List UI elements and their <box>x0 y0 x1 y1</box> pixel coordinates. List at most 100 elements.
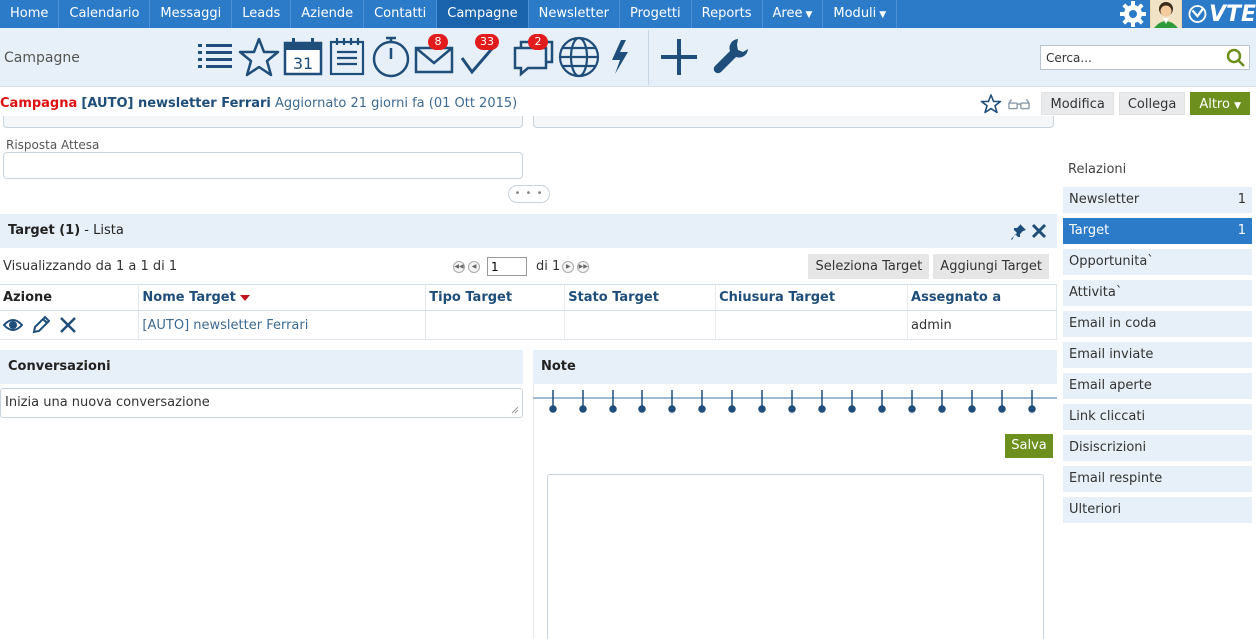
delete-x-icon[interactable] <box>59 315 81 335</box>
cell-tipo-target <box>425 310 566 340</box>
column-header-chiusura-target[interactable]: Chiusura Target <box>715 284 909 311</box>
note-textarea[interactable] <box>547 474 1044 639</box>
close-icon[interactable] <box>1031 222 1047 240</box>
search-input[interactable] <box>1041 46 1221 69</box>
related-item-label: Ulteriori <box>1069 502 1122 517</box>
column-header-assegnato-a[interactable]: Assegnato a <box>907 284 1057 311</box>
nav-item-contatti[interactable]: Contatti <box>364 0 438 28</box>
nav-item-label: Calendario <box>69 6 140 21</box>
new-conversation-input[interactable]: Inizia una nuova conversazione <box>0 388 523 418</box>
risposta-attesa-field[interactable] <box>3 152 523 179</box>
related-list: Newsletter 1 Target 1 Opportunita` Attivit… <box>1063 187 1252 528</box>
nav-item-home[interactable]: Home <box>0 0 60 28</box>
calendar-icon[interactable]: 31 <box>283 36 325 78</box>
column-header-tipo-target[interactable]: Tipo Target <box>425 284 566 311</box>
calendar-day-number: 31 <box>293 54 313 73</box>
favorite-star-icon[interactable] <box>980 93 1002 115</box>
first-page-icon[interactable]: ◀◀ <box>453 260 465 273</box>
nav-item-label: Home <box>10 6 49 21</box>
table-row: [AUTO] newsletter Ferrari admin <box>0 310 1057 340</box>
top-navigation-bar: Home Calendario Messaggi Leads Aziende C… <box>0 0 1256 28</box>
nav-item-label: Newsletter <box>538 6 609 21</box>
globe-icon[interactable] <box>558 36 600 78</box>
related-item-ulteriori[interactable]: Ulteriori <box>1063 497 1252 523</box>
aggiungi-target-button[interactable]: Aggiungi Target <box>933 254 1049 279</box>
collapsed-field-right <box>533 116 1054 128</box>
target-block-title-suffix: - Lista <box>80 223 124 238</box>
related-item-link-cliccati[interactable]: Link cliccati <box>1063 404 1252 430</box>
page-number-input[interactable] <box>487 257 527 276</box>
related-item-label: Email respinte <box>1069 471 1163 486</box>
search-icon[interactable] <box>1225 48 1247 68</box>
nav-item-campagne[interactable]: Campagne <box>437 0 529 28</box>
chevron-down-icon: ▼ <box>879 10 887 20</box>
add-plus-icon[interactable] <box>659 36 701 78</box>
nav-item-aziende[interactable]: Aziende <box>291 0 365 28</box>
module-toolbar: Campagne 31 8 33 2 Cerca... <box>0 28 1256 87</box>
list-icon[interactable] <box>196 36 238 78</box>
target-block-title-count: Target (1) <box>8 223 81 238</box>
record-module-label: Campagna <box>0 96 78 111</box>
target-record-link[interactable]: [AUTO] newsletter Ferrari <box>142 318 308 333</box>
collapsed-field-left <box>3 116 523 128</box>
collega-button[interactable]: Collega <box>1118 92 1186 115</box>
favorites-star-icon[interactable] <box>238 36 280 78</box>
resize-grip-icon[interactable] <box>511 406 519 414</box>
lightning-icon[interactable] <box>604 36 646 78</box>
todo-count-badge: 33 <box>475 34 499 50</box>
view-eye-icon[interactable] <box>3 315 25 335</box>
prev-page-icon[interactable]: ◀ <box>468 260 480 273</box>
cell-nome-target: [AUTO] newsletter Ferrari <box>138 310 427 340</box>
related-item-newsletter[interactable]: Newsletter 1 <box>1063 187 1252 213</box>
seleziona-target-button[interactable]: Seleziona Target <box>808 254 930 279</box>
relazioni-title: Relazioni <box>1068 162 1127 177</box>
altro-dropdown-button[interactable]: Altro ▼ <box>1190 92 1250 115</box>
altro-label: Altro <box>1199 97 1230 112</box>
next-page-icon[interactable]: ▶ <box>562 260 575 273</box>
column-header-nome-target[interactable]: Nome Target <box>138 284 427 311</box>
nav-item-leads[interactable]: Leads <box>232 0 292 28</box>
related-item-target[interactable]: Target 1 <box>1063 218 1252 244</box>
pin-icon[interactable] <box>1011 223 1027 241</box>
risposta-attesa-label: Risposta Attesa <box>6 138 100 152</box>
nav-item-reports[interactable]: Reports <box>692 0 763 28</box>
modifica-button[interactable]: Modifica <box>1041 92 1114 115</box>
related-item-email-aperte[interactable]: Email aperte <box>1063 373 1252 399</box>
nav-item-label: Campagne <box>447 6 518 21</box>
last-page-icon[interactable]: ▶▶ <box>577 260 590 273</box>
column-header-stato-target[interactable]: Stato Target <box>564 284 717 311</box>
chevron-down-icon: ▼ <box>1234 101 1241 111</box>
nav-item-label: Leads <box>242 6 281 21</box>
nav-item-messaggi[interactable]: Messaggi <box>150 0 233 28</box>
record-actions: Modifica Collega Altro ▼ <box>980 92 1250 115</box>
module-name: Campagne <box>4 50 80 66</box>
nav-item-calendario[interactable]: Calendario <box>59 0 151 28</box>
gear-icon[interactable] <box>1116 0 1150 28</box>
vte-logo-icon[interactable]: VTE <box>1182 0 1256 28</box>
related-item-email-inviate[interactable]: Email inviate <box>1063 342 1252 368</box>
related-item-disiscrizioni[interactable]: Disiscrizioni <box>1063 435 1252 461</box>
stopwatch-icon[interactable] <box>371 36 413 78</box>
notebook-icon[interactable] <box>328 36 370 78</box>
glasses-icon[interactable] <box>1008 93 1031 115</box>
nav-item-label: Contatti <box>374 6 427 21</box>
target-block-header: Target (1) - Lista <box>0 214 1057 248</box>
related-item-opportunita[interactable]: Opportunita` <box>1063 249 1252 275</box>
related-item-label: Link cliccati <box>1069 409 1146 424</box>
salva-note-button[interactable]: Salva <box>1005 434 1053 458</box>
nav-item-label: Progetti <box>629 6 681 21</box>
nav-item-newsletter[interactable]: Newsletter <box>529 0 620 28</box>
related-item-email-in-coda[interactable]: Email in coda <box>1063 311 1252 337</box>
user-avatar-icon[interactable] <box>1150 0 1182 28</box>
nav-item-aree[interactable]: Aree ▼ <box>763 0 824 28</box>
page-total-text: di 1 <box>536 259 561 274</box>
edit-pencil-icon[interactable] <box>31 315 53 335</box>
nav-item-progetti[interactable]: Progetti <box>620 0 692 28</box>
show-more-fields-button[interactable]: • • • <box>508 185 550 203</box>
wrench-icon[interactable] <box>711 36 753 78</box>
conversazioni-header: Conversazioni <box>0 350 523 384</box>
nav-item-moduli[interactable]: Moduli ▼ <box>823 0 898 28</box>
related-item-attivita[interactable]: Attivita` <box>1063 280 1252 306</box>
cell-assegnato-a: admin <box>907 310 1057 340</box>
related-item-email-respinte[interactable]: Email respinte <box>1063 466 1252 492</box>
